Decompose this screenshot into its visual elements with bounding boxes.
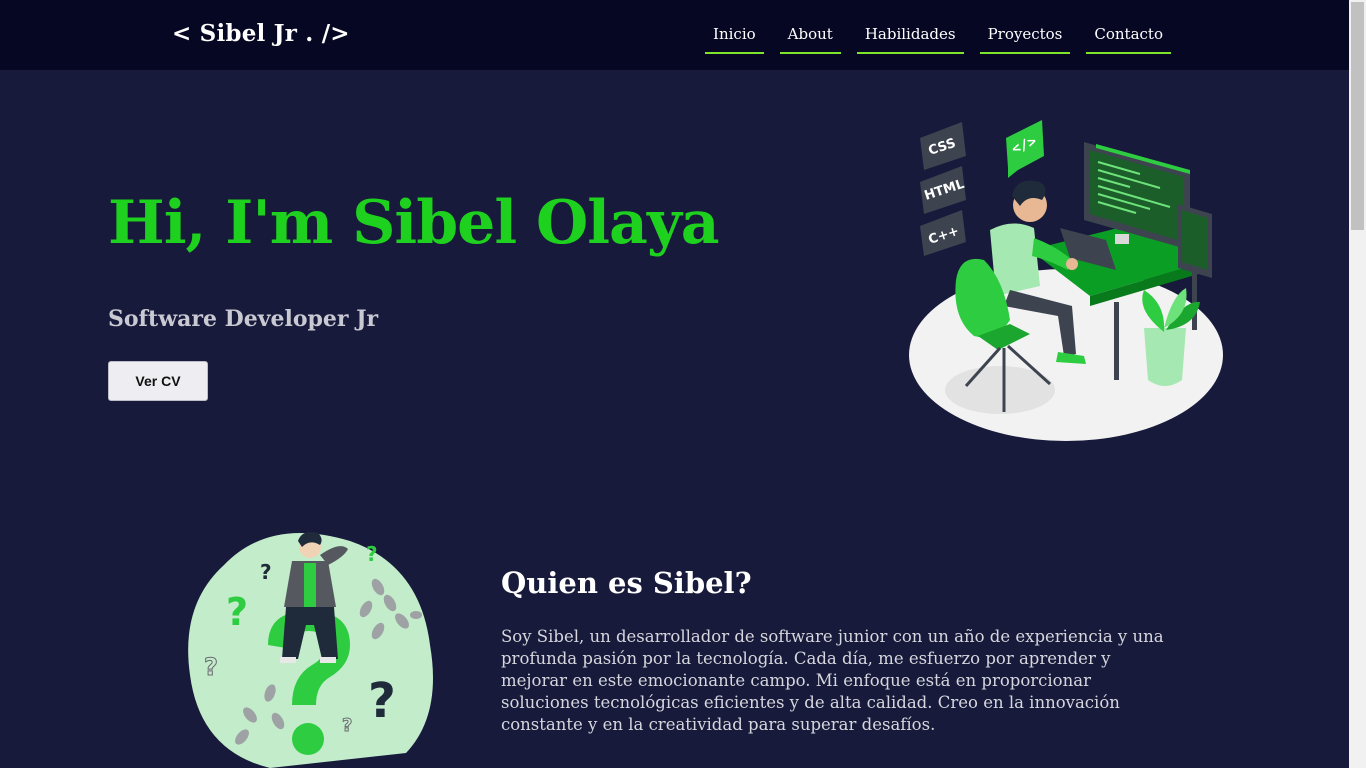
nav-links: Inicio About Habilidades Proyectos Conta… [705,22,1171,54]
site-logo[interactable]: < Sibel Jr . /> [172,20,350,47]
thinking-person-illustration: ? ? ? ? ? ? [188,532,433,768]
question-mark: ? [368,673,396,729]
ver-cv-button[interactable]: Ver CV [108,361,208,401]
about-title: Quien es Sibel? [501,566,752,600]
hero-subtitle: Software Developer Jr [108,306,379,332]
hero-title: Hi, I'm Sibel Olaya [108,188,720,258]
about-paragraph: Soy Sibel, un desarrollador de software … [501,627,1164,734]
nav-link-about[interactable]: About [779,22,841,54]
question-mark: ? [366,542,378,566]
navbar: < Sibel Jr . /> Inicio About Habilidades… [0,0,1349,70]
nav-link-proyectos[interactable]: Proyectos [979,22,1071,54]
question-mark: ? [204,653,218,681]
developer-at-desk-illustration: CSS HTML C++ </> [909,120,1223,441]
nav-link-inicio[interactable]: Inicio [705,22,764,54]
page-scrollbar[interactable] [1349,0,1366,768]
nav-link-contacto[interactable]: Contacto [1086,22,1171,54]
question-mark: ? [342,715,352,736]
scrollbar-thumb[interactable] [1351,2,1364,230]
nav-link-habilidades[interactable]: Habilidades [856,22,964,54]
question-mark: ? [260,560,272,584]
question-mark: ? [226,590,248,634]
